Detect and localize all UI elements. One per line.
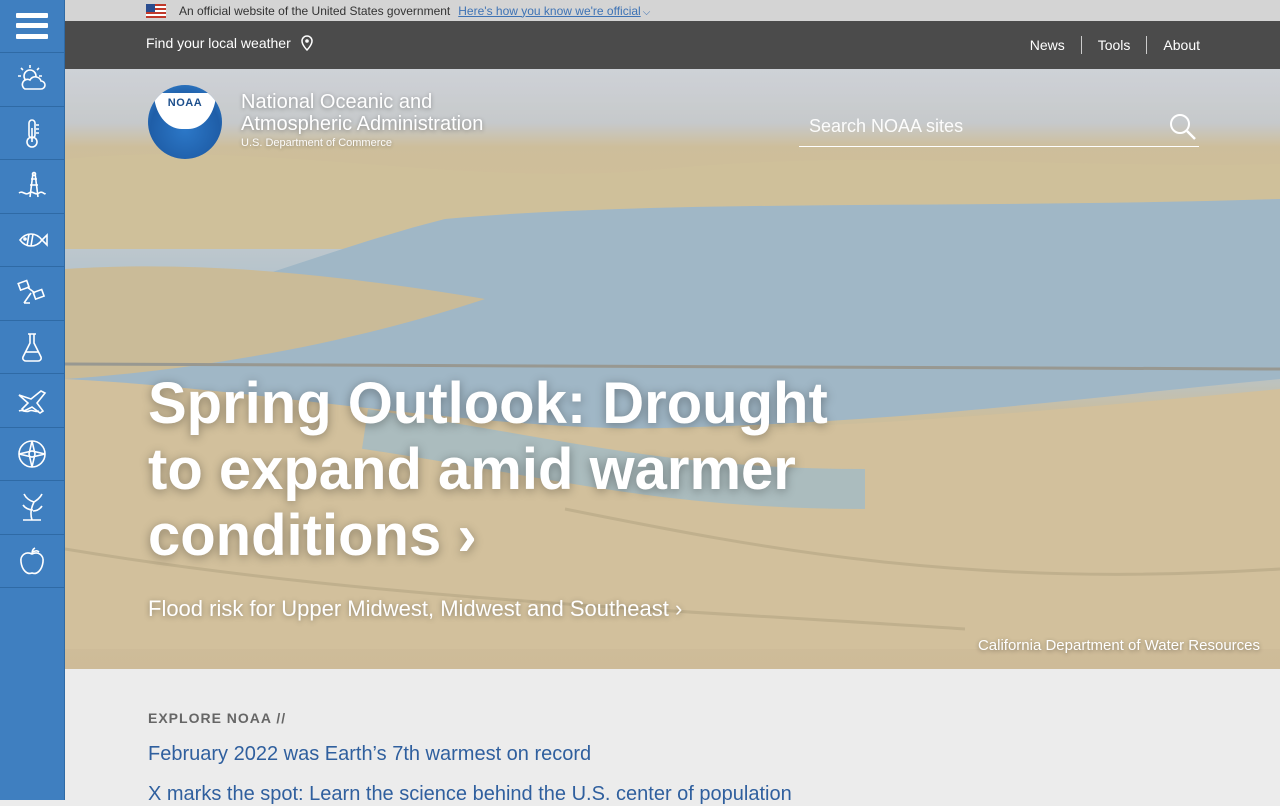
gov-banner-text: An official website of the United States… [179, 3, 451, 18]
charting-icon[interactable] [0, 428, 64, 481]
gov-banner: An official website of the United States… [65, 0, 1280, 21]
chevron-down-icon: ⌵ [642, 6, 651, 18]
official-info-link-label: Here's how you know we're official [458, 3, 641, 18]
hero-banner: NOAA National Oceanic and Atmospheric Ad… [65, 69, 1280, 669]
hero-overlay [65, 69, 1280, 669]
chevron-right-icon: › [457, 503, 477, 568]
find-local-weather[interactable]: Find your local weather [146, 35, 313, 51]
nav-tools[interactable]: Tools [1080, 36, 1147, 54]
hamburger-icon [16, 13, 48, 39]
official-info-link[interactable]: Here's how you know we're official ⌵ [458, 4, 650, 18]
climate-icon[interactable] [0, 107, 64, 160]
nav-links: News Tools About [1014, 36, 1200, 54]
org-name[interactable]: National Oceanic and Atmospheric Adminis… [241, 91, 483, 149]
noaa-logo-text: NOAA [167, 97, 203, 109]
hero-headline-link[interactable]: Spring Outlook: Drought to expand amid w… [148, 371, 848, 569]
satellites-icon[interactable] [0, 267, 64, 321]
menu-button[interactable] [0, 0, 64, 53]
hero-subhead-link[interactable]: Flood risk for Upper Midwest, Midwest an… [148, 596, 682, 622]
nav-about[interactable]: About [1146, 36, 1200, 54]
weather-icon[interactable] [0, 53, 64, 107]
org-name-line1: National Oceanic and [241, 91, 433, 113]
ocean-coasts-icon[interactable] [0, 160, 64, 214]
fisheries-icon[interactable] [0, 214, 64, 267]
chevron-right-icon: › [675, 596, 683, 621]
top-navigation: Find your local weather News Tools About [65, 21, 1280, 69]
noaa-logo[interactable]: NOAA [148, 85, 222, 159]
nav-news[interactable]: News [1014, 36, 1081, 54]
hero-headline: Spring Outlook: Drought to expand amid w… [148, 371, 828, 568]
org-department: U.S. Department of Commerce [241, 137, 392, 149]
photo-credit: California Department of Water Resources [977, 637, 1260, 654]
marine-aviation-icon[interactable] [0, 374, 64, 428]
explore-link[interactable]: February 2022 was Earth’s 7th warmest on… [148, 743, 792, 766]
location-pin-icon [300, 35, 313, 51]
search-input[interactable] [799, 116, 1159, 137]
explore-link[interactable]: X marks the spot: Learn the science behi… [148, 783, 792, 806]
research-icon[interactable] [0, 321, 64, 374]
sanctuaries-icon[interactable] [0, 481, 64, 535]
find-local-weather-label: Find your local weather [146, 35, 291, 51]
site-search [799, 107, 1199, 147]
education-icon[interactable] [0, 535, 64, 588]
category-sidebar [0, 0, 65, 800]
us-flag-icon [146, 3, 166, 18]
org-name-line2: Atmospheric Administration [241, 113, 484, 135]
explore-section: EXPLORE NOAA // February 2022 was Earth’… [148, 710, 792, 806]
hero-subhead: Flood risk for Upper Midwest, Midwest an… [148, 596, 669, 621]
search-icon[interactable] [1169, 113, 1197, 141]
explore-title: EXPLORE NOAA // [148, 710, 287, 726]
